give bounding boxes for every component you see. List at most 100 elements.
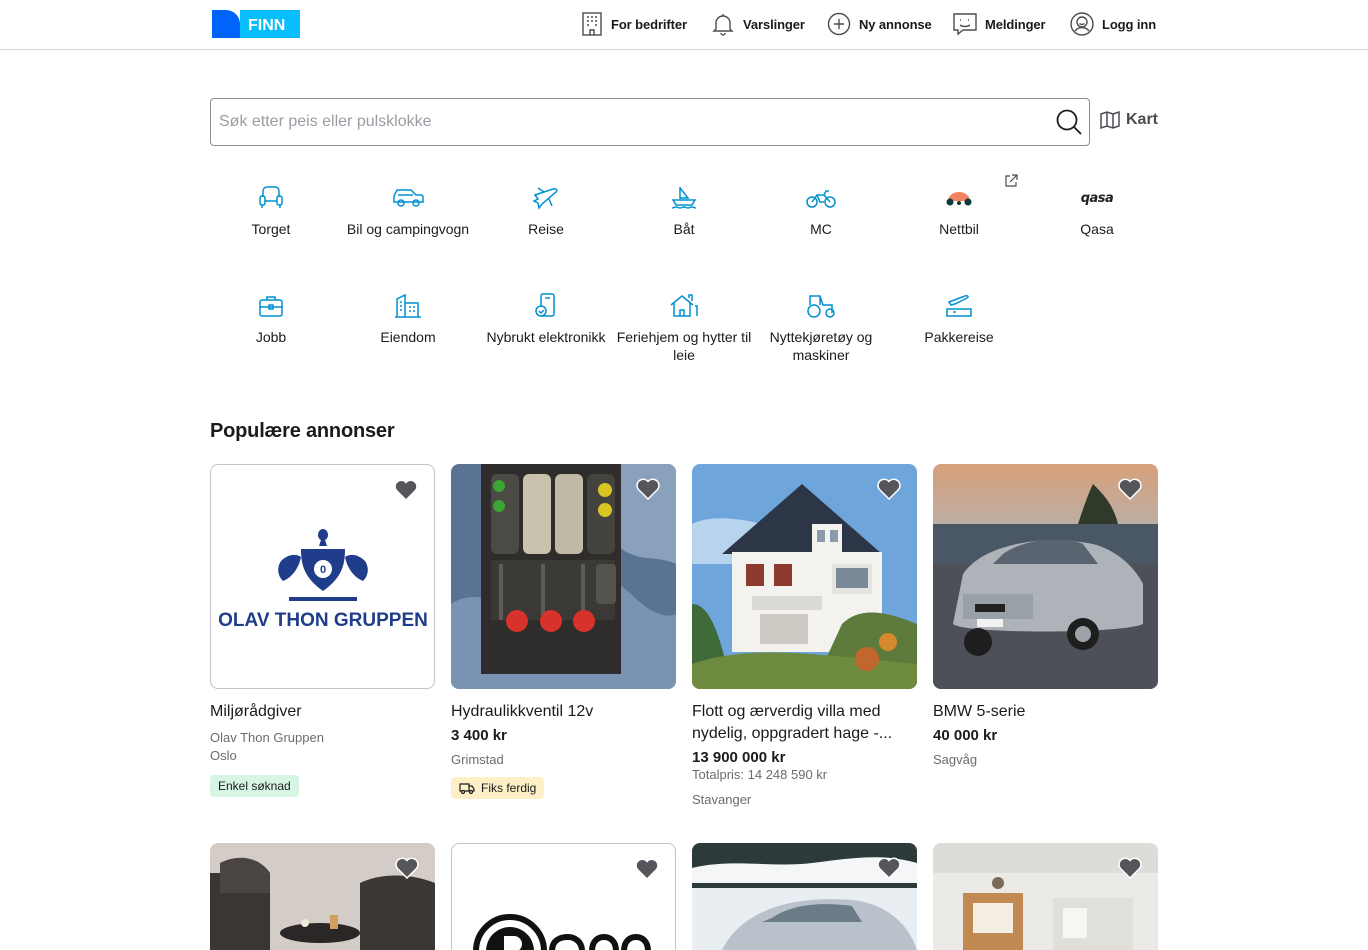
ad-image: 0 OLAV THON GRUPPEN: [210, 464, 435, 689]
boat-icon: [671, 187, 697, 209]
ad-card[interactable]: [692, 843, 917, 950]
favorite-heart-icon[interactable]: [877, 478, 901, 501]
ad-title: BMW 5-serie: [933, 703, 1026, 720]
package-travel-icon: [946, 295, 972, 317]
category-label: Torget: [251, 221, 291, 237]
nav-label: Logg inn: [1102, 16, 1157, 32]
status-badge: Enkel søknad: [210, 775, 299, 797]
category-torget[interactable]: Torget: [202, 184, 340, 238]
nav-label: For bedrifter: [611, 16, 687, 32]
search-input[interactable]: [219, 99, 1049, 145]
holiday-home-icon: [670, 294, 698, 317]
ad-image: [933, 843, 1158, 950]
phone-check-icon: [535, 293, 555, 317]
car-icon: [393, 189, 424, 207]
map-button[interactable]: Kart: [1100, 110, 1158, 130]
search-box: [210, 98, 1090, 146]
ad-total-price: Totalpris: 14 248 590 kr: [692, 767, 828, 782]
status-badge: Fiks ferdig: [451, 777, 545, 799]
armchair-icon: [259, 186, 283, 208]
ad-card[interactable]: [451, 843, 676, 950]
category-reise[interactable]: Reise: [477, 184, 615, 238]
category-label: Nettbil: [939, 221, 979, 237]
finn-logo[interactable]: FINN: [212, 10, 300, 38]
bell-icon: [712, 14, 734, 36]
ad-location: Stavanger: [692, 792, 752, 807]
ad-title: Hydraulikkventil 12v: [451, 703, 594, 720]
ad-image: [692, 464, 917, 689]
favorite-heart-icon[interactable]: [1118, 478, 1142, 501]
ad-location: Grimstad: [451, 752, 504, 767]
search-icon: [1056, 109, 1082, 135]
nav-messages[interactable]: Meldinger: [953, 0, 1046, 48]
nav-login[interactable]: Logg inn: [1070, 0, 1156, 48]
category-qasa[interactable]: qasa Qasa: [1028, 184, 1166, 238]
badge-label: Fiks ferdig: [481, 781, 537, 795]
nav-for-businesses[interactable]: For bedrifter: [581, 0, 687, 48]
favorite-heart-icon[interactable]: [394, 479, 418, 502]
ad-image: [692, 843, 917, 950]
motorcycle-icon: [806, 190, 836, 208]
buildings-icon: [395, 293, 421, 318]
external-link-icon: [1004, 174, 1018, 188]
ad-image: [210, 843, 435, 950]
ad-location: Oslo: [210, 748, 237, 763]
ad-price: 3 400 kr: [451, 727, 507, 744]
ad-title: Miljørådgiver: [210, 703, 302, 720]
category-feriehjem[interactable]: Feriehjem og hytter til leie: [615, 292, 753, 364]
ad-price: 40 000 kr: [933, 727, 998, 744]
category-label: Bil og campingvogn: [346, 221, 470, 237]
svg-text:FINN: FINN: [248, 17, 285, 34]
category-label: Eiendom: [380, 329, 436, 345]
favorite-heart-icon[interactable]: [877, 857, 901, 880]
ad-price: 13 900 000 kr: [692, 749, 786, 766]
search-button[interactable]: [1055, 108, 1083, 136]
category-nyttekjoretoy[interactable]: Nyttekjøretøy og maskiner: [752, 292, 890, 364]
category-eiendom[interactable]: Eiendom: [339, 292, 477, 346]
ad-card[interactable]: BMW 5-serie 40 000 kr Sagvåg: [933, 464, 1158, 767]
ad-title: Flott og ærverdig villa med nydelig, opp…: [692, 703, 893, 742]
category-mc[interactable]: MC: [752, 184, 890, 238]
chat-icon: [953, 13, 977, 36]
ad-card[interactable]: Flott og ærverdig villa med nydelig, opp…: [692, 464, 917, 807]
nav-label: Meldinger: [985, 16, 1046, 32]
svg-text:0: 0: [320, 564, 326, 576]
nav-alerts[interactable]: Varslinger: [711, 0, 805, 48]
favorite-heart-icon[interactable]: [1118, 857, 1142, 880]
airplane-icon: [532, 187, 558, 210]
nav-new-ad[interactable]: Ny annonse: [827, 0, 932, 48]
ad-location: Sagvåg: [933, 752, 978, 767]
favorite-heart-icon[interactable]: [395, 857, 419, 880]
ad-card[interactable]: 0 OLAV THON GRUPPEN Miljørådgiver Olav T…: [210, 464, 435, 797]
favorite-heart-icon[interactable]: [635, 858, 659, 881]
plus-circle-icon: [827, 12, 851, 36]
ad-company: Olav Thon Gruppen: [210, 730, 324, 745]
section-title: Populære annonser: [210, 420, 395, 442]
category-bil[interactable]: Bil og campingvogn: [339, 184, 477, 238]
building-icon: [582, 12, 602, 36]
truck-icon: [459, 783, 475, 794]
category-pakkereise[interactable]: Pakkereise: [890, 292, 1028, 346]
category-nybrukt[interactable]: Nybrukt elektronikk: [477, 292, 615, 346]
ad-image: [933, 464, 1158, 689]
user-circle-icon: [1070, 12, 1094, 36]
nav-label: Ny annonse: [859, 16, 932, 32]
category-label: Pakkereise: [924, 329, 994, 345]
top-navigation-bar: FINN For bedrifter Varslinger Ny annonse: [0, 0, 1368, 50]
ad-card[interactable]: [210, 843, 435, 950]
category-label: Nybrukt elektronikk: [486, 329, 606, 345]
ad-card[interactable]: Hydraulikkventil 12v 3 400 kr Grimstad F…: [451, 464, 676, 799]
category-label: Feriehjem og hytter til leie: [616, 329, 752, 363]
ad-image: [451, 843, 676, 950]
favorite-heart-icon[interactable]: [636, 478, 660, 501]
category-nettbil[interactable]: Nettbil: [890, 184, 1028, 238]
nettbil-logo: [946, 192, 972, 206]
map-label: Kart: [1126, 111, 1159, 128]
qasa-logo: qasa: [1080, 190, 1114, 206]
ad-image: [451, 464, 676, 689]
category-baat[interactable]: Båt: [615, 184, 753, 238]
category-jobb[interactable]: Jobb: [202, 292, 340, 346]
category-label: MC: [810, 221, 832, 237]
ad-card[interactable]: [933, 843, 1158, 950]
category-label: Jobb: [255, 329, 287, 345]
